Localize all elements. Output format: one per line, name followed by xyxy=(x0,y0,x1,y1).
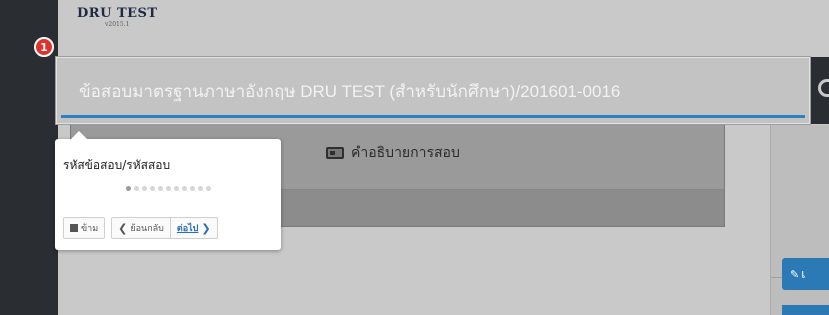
brand-name: DRU TEST xyxy=(77,6,158,21)
tour-progress-dots xyxy=(55,186,281,191)
secondary-button[interactable] xyxy=(782,305,829,315)
brand-logo: DRU TEST v2015.1 xyxy=(77,6,158,28)
tour-popover: รหัสข้อสอบ/รหัสสอบ ข้าม ❮ ย้อนกลับ ต่อไป… xyxy=(55,131,281,250)
exam-title: ข้อสอบมาตรฐานภาษาอังกฤษ DRU TEST (สำหรับ… xyxy=(79,82,621,101)
pencil-icon: ✎ xyxy=(790,267,800,281)
popover-title: รหัสข้อสอบ/รหัสสอบ xyxy=(63,158,171,172)
progress-dot xyxy=(189,186,195,191)
next-button-label: ต่อไป xyxy=(176,224,199,234)
progress-dot xyxy=(133,186,139,191)
exam-description-label: คำอธิบายการสอบ xyxy=(351,145,460,161)
step-number: 1 xyxy=(40,40,48,54)
prev-button[interactable]: ❮ ย้อนกลับ xyxy=(111,217,171,239)
progress-dot xyxy=(125,186,131,191)
exam-title-highlight: ข้อสอบมาตรฐานภาษาอังกฤษ DRU TEST (สำหรับ… xyxy=(56,57,810,124)
progress-dot xyxy=(197,186,203,191)
tour-step-marker[interactable]: 1 xyxy=(34,37,54,57)
popover-buttons: ข้าม ❮ ย้อนกลับ ต่อไป ❯ xyxy=(63,217,218,239)
skip-button[interactable]: ข้าม xyxy=(63,217,106,239)
stop-icon xyxy=(70,224,78,232)
progress-dot xyxy=(173,186,179,191)
prev-button-label: ย้อนกลับ xyxy=(130,224,164,234)
progress-dot xyxy=(157,186,163,191)
progress-dot xyxy=(149,186,155,191)
progress-dot xyxy=(165,186,171,191)
brand-version: v2015.1 xyxy=(105,21,130,28)
next-button[interactable]: ต่อไป ❯ xyxy=(170,217,218,239)
progress-dot xyxy=(141,186,147,191)
clock-icon[interactable] xyxy=(818,79,829,97)
progress-dot xyxy=(205,186,211,191)
popover-arrow xyxy=(71,131,87,139)
edit-button-label: เ xyxy=(801,266,806,281)
edit-button[interactable]: ✎ เ xyxy=(782,258,829,290)
exam-description-heading: คำอธิบายการสอบ xyxy=(326,142,460,164)
chevron-right-icon: ❯ xyxy=(201,221,211,235)
progress-dot xyxy=(181,186,187,191)
chevron-left-icon: ❮ xyxy=(118,221,128,235)
title-underline xyxy=(61,115,805,118)
skip-button-label: ข้าม xyxy=(81,224,99,234)
id-card-icon xyxy=(326,147,344,159)
